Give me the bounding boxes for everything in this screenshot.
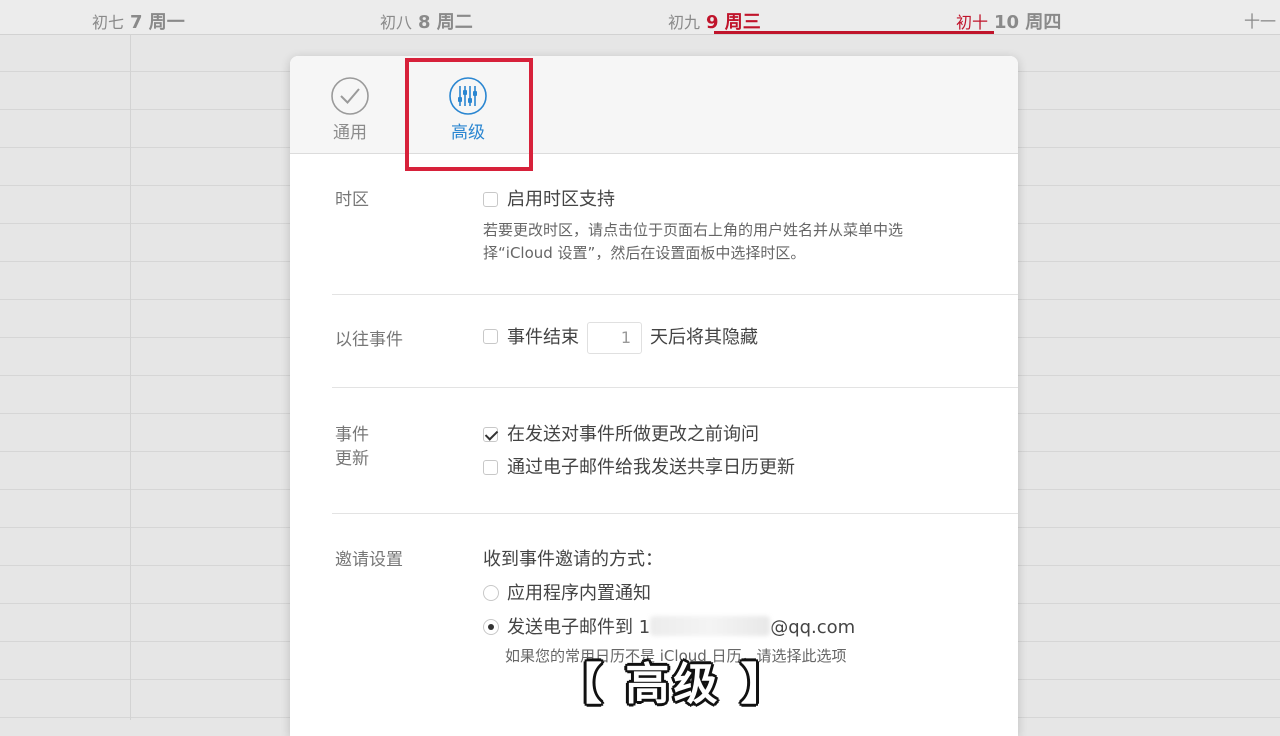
in-app-notification-label: 应用程序内置通知: [507, 583, 651, 604]
blurred-email-address: [650, 616, 771, 636]
calendar-header: 初七 7 周一 初八 8 周二 初九 9 周三 初十 10 周四 十一: [0, 0, 1280, 35]
email-invitation-suffix: @qq.com: [770, 617, 856, 638]
timezone-support-checkbox[interactable]: [483, 192, 498, 207]
section-label-timezone: 时区: [335, 190, 369, 210]
video-caption: 【 高级 】: [558, 659, 789, 710]
invitations-heading: 收到事件邀请的方式：: [483, 549, 663, 570]
section-label-invitations: 邀请设置: [335, 550, 403, 570]
day-header-7[interactable]: 初七 7 周一: [92, 8, 185, 34]
in-app-notification-option[interactable]: 应用程序内置通知: [483, 582, 651, 606]
section-label-past-events: 以往事件: [335, 330, 403, 350]
divider: [332, 513, 1018, 514]
email-invitation-prefix: 发送电子邮件到 1: [507, 617, 651, 638]
timezone-note-line2: 择“iCloud 设置”，然后在设置面板中选择时区。: [483, 244, 806, 262]
email-shared-updates-option[interactable]: 通过电子邮件给我发送共享日历更新: [483, 456, 795, 480]
email-shared-updates-checkbox[interactable]: [483, 460, 498, 475]
divider: [332, 387, 1018, 388]
settings-toolbar: 通用 高级: [290, 56, 1018, 154]
column-divider: [130, 34, 131, 720]
timezone-support-label: 启用时区支持: [507, 189, 615, 210]
email-shared-updates-label: 通过电子邮件给我发送共享日历更新: [507, 457, 795, 478]
hide-past-events-prefix: 事件结束: [507, 327, 579, 348]
timezone-support-option[interactable]: 启用时区支持: [483, 188, 615, 212]
day-header-8[interactable]: 初八 8 周二: [380, 8, 473, 34]
ask-before-sending-option[interactable]: 在发送对事件所做更改之前询问: [483, 423, 759, 447]
settings-dialog: 通用 高级 时区 启用时区支持 若要更改时区，请点击位于页面右上角的用户姓名并从…: [290, 56, 1018, 736]
hide-past-events-suffix: 天后将其隐藏: [650, 327, 758, 348]
tab-advanced-label: 高级: [451, 123, 485, 143]
email-invitation-radio[interactable]: [483, 619, 499, 635]
event-updates-label-line1: 事件: [335, 425, 369, 445]
tab-general-label: 通用: [333, 123, 367, 143]
email-invitation-option[interactable]: 发送电子邮件到 1 @qq.com: [483, 616, 855, 640]
timezone-note: 若要更改时区，请点击位于页面右上角的用户姓名并从菜单中选 择“iCloud 设置…: [483, 219, 903, 265]
hide-past-events-checkbox[interactable]: [483, 329, 498, 344]
ask-before-sending-checkbox[interactable]: [483, 427, 498, 442]
checkmark-circle-icon: [331, 77, 369, 115]
in-app-notification-radio[interactable]: [483, 585, 499, 601]
section-label-event-updates: 事件 更新: [335, 423, 369, 471]
hide-past-events-option: 事件结束 1 天后将其隐藏: [483, 322, 758, 354]
day-header-11[interactable]: 十一: [1244, 8, 1280, 32]
event-updates-label-line2: 更新: [335, 449, 369, 469]
divider: [332, 294, 1018, 295]
tab-advanced[interactable]: 高级: [423, 76, 513, 143]
tab-general[interactable]: 通用: [305, 76, 395, 143]
ask-before-sending-label: 在发送对事件所做更改之前询问: [507, 424, 759, 445]
days-input[interactable]: 1: [587, 322, 642, 354]
timezone-note-line1: 若要更改时区，请点击位于页面右上角的用户姓名并从菜单中选: [483, 221, 904, 239]
sliders-icon: [449, 77, 487, 115]
